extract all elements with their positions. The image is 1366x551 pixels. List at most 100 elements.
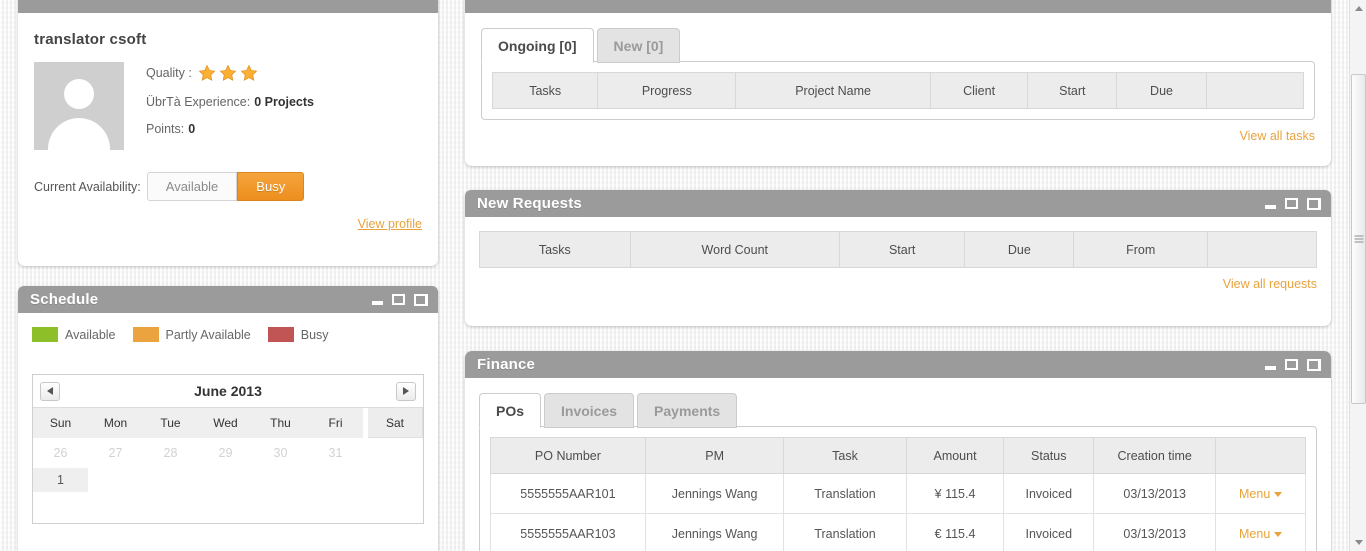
finance-cell-status: Invoiced [1003, 513, 1095, 551]
finance-cell-po-number[interactable]: 5555555AAR103 [490, 513, 646, 551]
finance-cell-actions[interactable]: Menu [1215, 513, 1306, 551]
requests-panel: New Requests Tasks Word Count Start Due … [465, 190, 1331, 326]
profile-panel: translator csoft Quality : ÜbrTà Experie… [18, 0, 438, 266]
table-row[interactable]: 5555555AAR101 Jennings Wang Translation … [490, 473, 1306, 514]
table-row[interactable]: 5555555AAR103 Jennings Wang Translation … [490, 513, 1306, 551]
tasks-column-tasks: Tasks [491, 72, 599, 109]
avatar-head-shape [64, 79, 94, 109]
maximize-icon[interactable] [1285, 198, 1298, 209]
availability-available-button[interactable]: Available [146, 172, 238, 201]
chevron-right-icon [403, 387, 409, 395]
finance-window-controls [1265, 351, 1321, 378]
finance-cell-pm[interactable]: Jennings Wang [644, 473, 785, 514]
finance-column-actions [1215, 437, 1306, 474]
schedule-panel-title: Schedule [30, 291, 99, 308]
chevron-down-icon [1274, 491, 1283, 497]
row-menu-button[interactable]: Menu [1239, 487, 1270, 501]
finance-cell-task: Translation [783, 473, 907, 514]
scrollbar-thumb[interactable] [1351, 74, 1366, 404]
grip-icon [1354, 235, 1363, 243]
calendar-day-header-saturday: Sat [368, 408, 423, 438]
legend-swatch-busy [267, 327, 294, 342]
legend-swatch-partly-available [132, 327, 159, 342]
schedule-panel-body: Available Partly Available Busy June 201… [18, 313, 438, 524]
requests-table: Tasks Word Count Start Due From [479, 231, 1317, 268]
availability-toggle[interactable]: Available Busy [146, 172, 305, 201]
availability-busy-button[interactable]: Busy [237, 172, 305, 201]
avatar [34, 62, 124, 150]
tab-payments[interactable]: Payments [637, 393, 738, 428]
tab-invoices[interactable]: Invoices [544, 393, 635, 428]
calendar-prev-month-button[interactable] [40, 381, 60, 401]
calendar-day-header: Fri [308, 408, 363, 438]
requests-column-tasks: Tasks [479, 231, 631, 268]
finance-panel-header: Finance [465, 351, 1331, 378]
scrollbar-down-button[interactable] [1350, 534, 1366, 551]
minimize-icon[interactable] [1265, 366, 1276, 370]
view-profile-link[interactable]: View profile [34, 217, 422, 231]
calendar-date-cell[interactable]: 30 [253, 438, 308, 468]
scrollbar-up-button[interactable] [1350, 0, 1366, 17]
minimize-icon[interactable] [372, 301, 383, 305]
finance-cell-amount: ¥ 115.4 [905, 473, 1005, 514]
requests-table-header-row: Tasks Word Count Start Due From [479, 231, 1317, 268]
calendar-day-headers: Sun Mon Tue Wed Thu Fri Sat [33, 407, 423, 438]
tasks-tabs: Ongoing [0] New [0] [481, 27, 1315, 63]
star-icon [219, 64, 237, 81]
finance-cell-po-number[interactable]: 5555555AAR101 [490, 473, 646, 514]
finance-column-po-number: PO Number [490, 437, 646, 474]
finance-column-task: Task [783, 437, 907, 474]
profile-panel-header [18, 0, 438, 13]
availability-label: Current Availability: [34, 179, 141, 194]
finance-panel-title: Finance [477, 356, 536, 373]
requests-column-from: From [1073, 231, 1209, 268]
requests-column-word-count: Word Count [629, 231, 840, 268]
tasks-panel-header [465, 0, 1331, 13]
avatar-body-shape [48, 118, 110, 150]
legend-item-partly-available: Partly Available [132, 327, 251, 342]
restore-icon[interactable] [1307, 197, 1321, 210]
maximize-icon[interactable] [392, 294, 405, 305]
restore-icon[interactable] [414, 293, 428, 306]
calendar-week-row: 26 27 28 29 30 31 [33, 438, 423, 468]
finance-panel-body: POs Invoices Payments PO Number PM Task … [465, 378, 1331, 551]
profile-name: translator csoft [34, 31, 147, 48]
tasks-column-actions [1205, 72, 1305, 109]
tasks-table: Tasks Progress Project Name Client Start… [491, 72, 1305, 109]
calendar-date-cell[interactable]: 29 [198, 438, 253, 468]
calendar-date-cell[interactable]: 31 [308, 438, 363, 468]
schedule-window-controls [372, 286, 428, 313]
finance-cell-creation-time: 03/13/2013 [1093, 513, 1217, 551]
minimize-icon[interactable] [1265, 205, 1276, 209]
finance-table-body: 5555555AAR101 Jennings Wang Translation … [490, 473, 1306, 551]
legend-label-busy: Busy [300, 327, 329, 342]
restore-icon[interactable] [1307, 358, 1321, 371]
finance-cell-pm[interactable]: Jennings Wang [644, 513, 785, 551]
triangle-up-icon [1354, 6, 1363, 11]
tasks-panel-body: Ongoing [0] New [0] Tasks Progress Proje… [465, 13, 1331, 153]
finance-column-pm: PM [644, 437, 785, 474]
view-all-tasks-link[interactable]: View all tasks [481, 129, 1316, 143]
tab-new[interactable]: New [0] [596, 28, 681, 63]
view-all-requests-link[interactable]: View all requests [479, 277, 1317, 291]
tab-ongoing[interactable]: Ongoing [0] [481, 28, 594, 63]
calendar-date-cell[interactable]: 28 [143, 438, 198, 468]
row-menu-button[interactable]: Menu [1239, 527, 1270, 541]
chevron-down-icon [1274, 531, 1283, 537]
calendar-date-cell[interactable]: 27 [88, 438, 143, 468]
quality-label: Quality : [146, 66, 192, 80]
finance-column-status: Status [1003, 437, 1095, 474]
calendar-date-cell[interactable]: 26 [33, 438, 88, 468]
maximize-icon[interactable] [1285, 359, 1298, 370]
points-value: 0 [188, 122, 196, 136]
star-icon [198, 64, 216, 81]
requests-panel-body: Tasks Word Count Start Due From View all… [465, 217, 1331, 299]
requests-column-start: Start [838, 231, 966, 268]
finance-cell-creation-time: 03/13/2013 [1093, 473, 1217, 514]
tab-pos[interactable]: POs [479, 393, 542, 428]
page-scrollbar[interactable] [1349, 0, 1366, 551]
calendar-date-cell-current[interactable]: 1 [33, 468, 88, 492]
finance-panel: Finance POs Invoices Payments PO Number … [465, 351, 1331, 551]
calendar-next-month-button[interactable] [396, 381, 416, 401]
finance-cell-actions[interactable]: Menu [1215, 473, 1306, 514]
